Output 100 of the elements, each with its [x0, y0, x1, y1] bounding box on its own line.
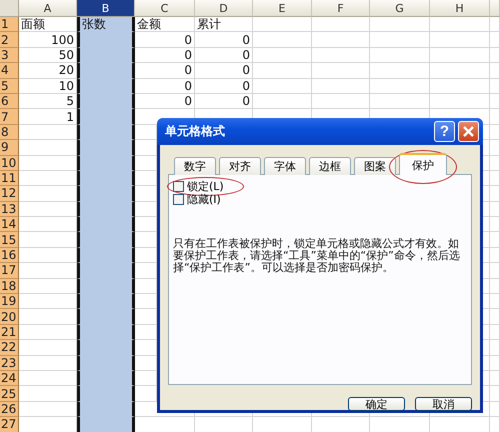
- table-cell: [490, 186, 500, 202]
- help-text: 只有在工作表被保护时，锁定单元格或隐藏公式才有效。如要保护工作表，请选择“工具”菜单中的“保护”命令，然后选择“保护工作表”。可以选择是否加密码保护。: [173, 238, 461, 274]
- row-header[interactable]: 26: [0, 402, 19, 418]
- row-header[interactable]: 20: [0, 309, 19, 325]
- table-cell: 金额: [135, 17, 195, 32]
- close-button[interactable]: [458, 121, 479, 142]
- table-cell: [370, 17, 430, 32]
- tab[interactable]: 对齐: [219, 157, 261, 175]
- tab[interactable]: 边框: [309, 157, 351, 175]
- tab[interactable]: 保护: [399, 153, 447, 175]
- row-header[interactable]: 1: [0, 17, 19, 32]
- table-cell: [430, 48, 490, 64]
- table-cell: [253, 17, 312, 32]
- column-header[interactable]: B: [77, 0, 135, 17]
- checkbox-label[interactable]: 隐藏(I): [187, 192, 221, 207]
- row-header[interactable]: 23: [0, 356, 19, 371]
- table-cell: [490, 356, 500, 371]
- row-header[interactable]: 9: [0, 140, 19, 156]
- row-header[interactable]: 25: [0, 386, 19, 402]
- table-cell: [490, 94, 500, 110]
- table-cell: 0: [135, 48, 195, 64]
- table-cell: [253, 63, 312, 79]
- table-cell: [312, 63, 370, 79]
- table-cell: [490, 202, 500, 218]
- row-header[interactable]: 13: [0, 202, 19, 218]
- table-cell: [490, 340, 500, 356]
- cancel-button[interactable]: 取消: [415, 397, 472, 411]
- table-cell: [253, 48, 312, 64]
- row-header[interactable]: 17: [0, 263, 19, 279]
- checkbox[interactable]: [173, 194, 184, 205]
- table-cell: 累计: [195, 17, 253, 32]
- table-cell: [490, 324, 500, 340]
- row-header[interactable]: 7: [0, 109, 19, 125]
- row-header[interactable]: 3: [0, 48, 19, 64]
- column-header[interactable]: E: [253, 0, 312, 17]
- row-header[interactable]: 8: [0, 124, 19, 140]
- table-cell: 0: [195, 94, 253, 110]
- row-header[interactable]: 27: [0, 417, 19, 432]
- table-cell: 0: [195, 48, 253, 64]
- table-cell: [370, 78, 430, 94]
- column-header[interactable]: C: [135, 0, 195, 17]
- table-cell: [312, 78, 370, 94]
- row-header[interactable]: 14: [0, 217, 19, 232]
- table-cell: [253, 78, 312, 94]
- table-cell: [490, 17, 500, 32]
- table-cell: [430, 63, 490, 79]
- table-cell: [490, 370, 500, 386]
- table-cell: [312, 32, 370, 48]
- column-header[interactable]: G: [370, 0, 430, 17]
- table-cell: [490, 386, 500, 402]
- row-header[interactable]: 10: [0, 156, 19, 171]
- table-cell: 张数: [77, 17, 135, 32]
- column-header[interactable]: D: [195, 0, 253, 17]
- tab[interactable]: 数字: [174, 157, 216, 175]
- table-cell: [490, 309, 500, 325]
- table-cell: [312, 17, 370, 32]
- row-header[interactable]: 11: [0, 170, 19, 186]
- table-cell: [490, 170, 500, 186]
- table-cell: [370, 48, 430, 64]
- table-cell: [490, 32, 500, 48]
- row-header[interactable]: 22: [0, 340, 19, 356]
- checkbox[interactable]: [173, 181, 184, 192]
- table-cell: [370, 63, 430, 79]
- table-cell: 0: [135, 63, 195, 79]
- help-button[interactable]: ?: [434, 121, 455, 142]
- row-header[interactable]: 15: [0, 232, 19, 248]
- table-cell: [490, 124, 500, 140]
- tab[interactable]: 字体: [264, 157, 306, 175]
- table-cell: [490, 109, 500, 125]
- table-cell: [430, 94, 490, 110]
- selected-cell: [77, 417, 135, 432]
- checkbox-label[interactable]: 锁定(L): [187, 179, 224, 194]
- row-header[interactable]: 16: [0, 248, 19, 264]
- table-cell: [312, 48, 370, 64]
- row-header[interactable]: 6: [0, 94, 19, 110]
- table-cell: [490, 263, 500, 279]
- table-cell: [430, 17, 490, 32]
- table-cell: [490, 294, 500, 310]
- row-header[interactable]: 18: [0, 278, 19, 294]
- table-cell: [430, 78, 490, 94]
- column-header[interactable]: A: [19, 0, 77, 17]
- row-header[interactable]: 2: [0, 32, 19, 48]
- row-header[interactable]: 21: [0, 324, 19, 340]
- row-header[interactable]: 24: [0, 370, 19, 386]
- table-cell: [490, 402, 500, 418]
- table-cell: [490, 156, 500, 171]
- table-cell: [490, 48, 500, 64]
- column-header[interactable]: H: [430, 0, 490, 17]
- ok-button[interactable]: 确定: [348, 397, 405, 411]
- table-cell: [430, 32, 490, 48]
- close-icon: [462, 125, 475, 138]
- row-header[interactable]: 5: [0, 78, 19, 94]
- tab[interactable]: 图案: [354, 157, 396, 175]
- table-cell: 0: [195, 32, 253, 48]
- row-header[interactable]: 12: [0, 186, 19, 202]
- row-header[interactable]: 4: [0, 63, 19, 79]
- column-header[interactable]: F: [312, 0, 370, 17]
- table-cell: [490, 217, 500, 232]
- row-header[interactable]: 19: [0, 294, 19, 310]
- table-cell: 0: [135, 94, 195, 110]
